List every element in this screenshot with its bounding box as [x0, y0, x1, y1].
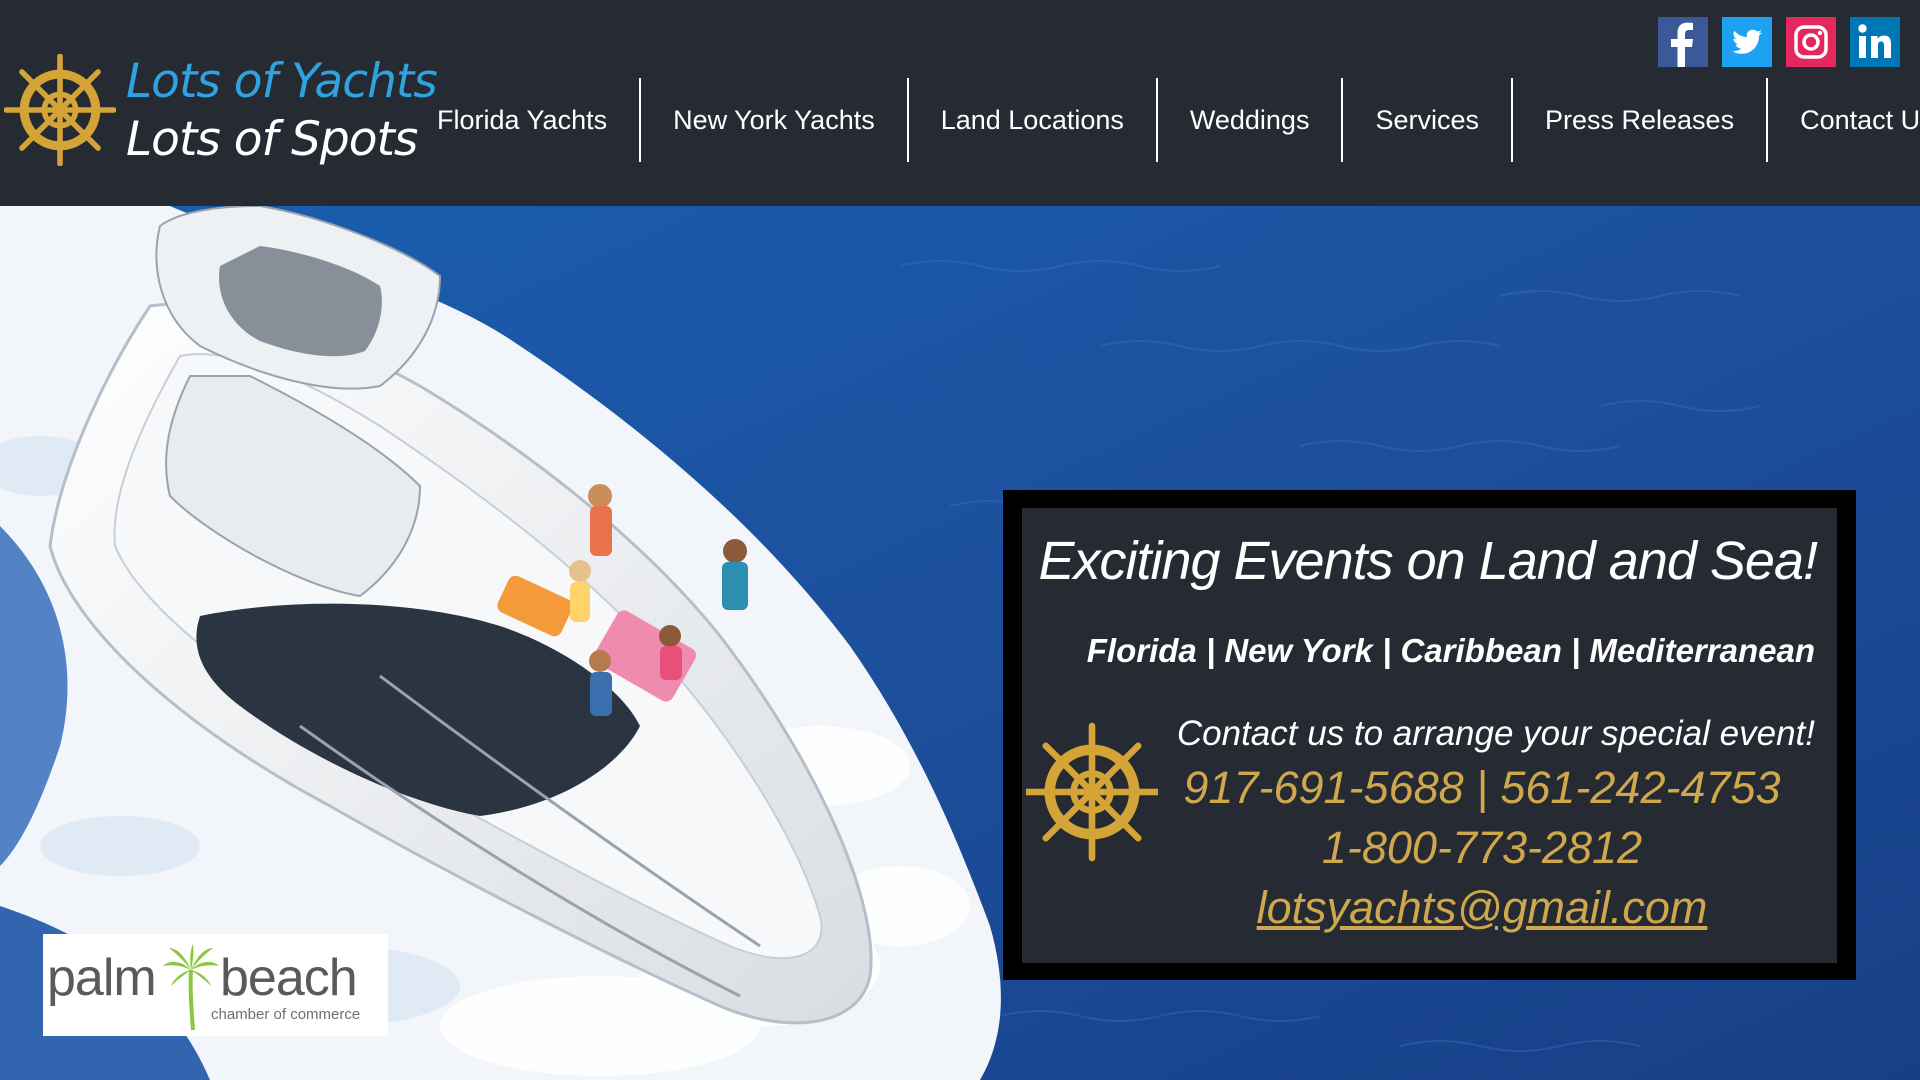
- nav-new-york-yachts[interactable]: New York Yachts: [639, 78, 907, 162]
- event-card: Exciting Events on Land and Sea! Florida…: [1022, 508, 1837, 963]
- nav-press-releases[interactable]: Press Releases: [1510, 78, 1766, 162]
- facebook-icon[interactable]: [1658, 17, 1708, 67]
- email-link[interactable]: lotsyachts@gmail.com: [1182, 882, 1782, 934]
- event-card-title: Exciting Events on Land and Sea!: [1038, 531, 1818, 591]
- nav-weddings[interactable]: Weddings: [1155, 78, 1342, 162]
- nav-land-locations[interactable]: Land Locations: [906, 78, 1156, 162]
- toll-free-number[interactable]: 1-800-773-2812: [1182, 822, 1782, 874]
- brand-tagline-2: Lots of Spots: [126, 112, 418, 167]
- event-card-regions: Florida | New York | Caribbean | Mediter…: [1086, 632, 1815, 669]
- event-card-cta: Contact us to arrange your special event…: [1176, 714, 1815, 753]
- chamber-word-palm: palm: [47, 949, 157, 1007]
- page: Lots of Yachts Lots of Spots Florida Yac…: [0, 0, 1920, 1080]
- nav-contact-us[interactable]: Contact Us: [1766, 78, 1920, 162]
- palm-beach-chamber-logo[interactable]: palm beach chamber of commerce: [43, 934, 388, 1036]
- phone-numbers[interactable]: 917-691-5688 | 561-242-4753: [1182, 762, 1782, 814]
- chamber-subtitle: chamber of commerce: [211, 1006, 361, 1023]
- linkedin-icon[interactable]: [1850, 17, 1900, 67]
- instagram-icon[interactable]: [1786, 17, 1836, 67]
- ship-wheel-icon: [4, 54, 116, 166]
- site-header: Lots of Yachts Lots of Spots Florida Yac…: [0, 0, 1920, 206]
- twitter-icon[interactable]: [1722, 17, 1772, 67]
- brand-logo-link[interactable]: Lots of Yachts Lots of Spots: [0, 48, 438, 178]
- chamber-word-beach: beach: [220, 949, 358, 1007]
- nav-services[interactable]: Services: [1341, 78, 1511, 162]
- main-nav: Florida Yachts New York Yachts Land Loca…: [412, 78, 1920, 162]
- nav-florida-yachts[interactable]: Florida Yachts: [412, 78, 639, 162]
- social-links: [1658, 17, 1900, 67]
- brand-tagline-1: Lots of Yachts: [126, 54, 438, 109]
- ship-wheel-icon: [1026, 722, 1158, 862]
